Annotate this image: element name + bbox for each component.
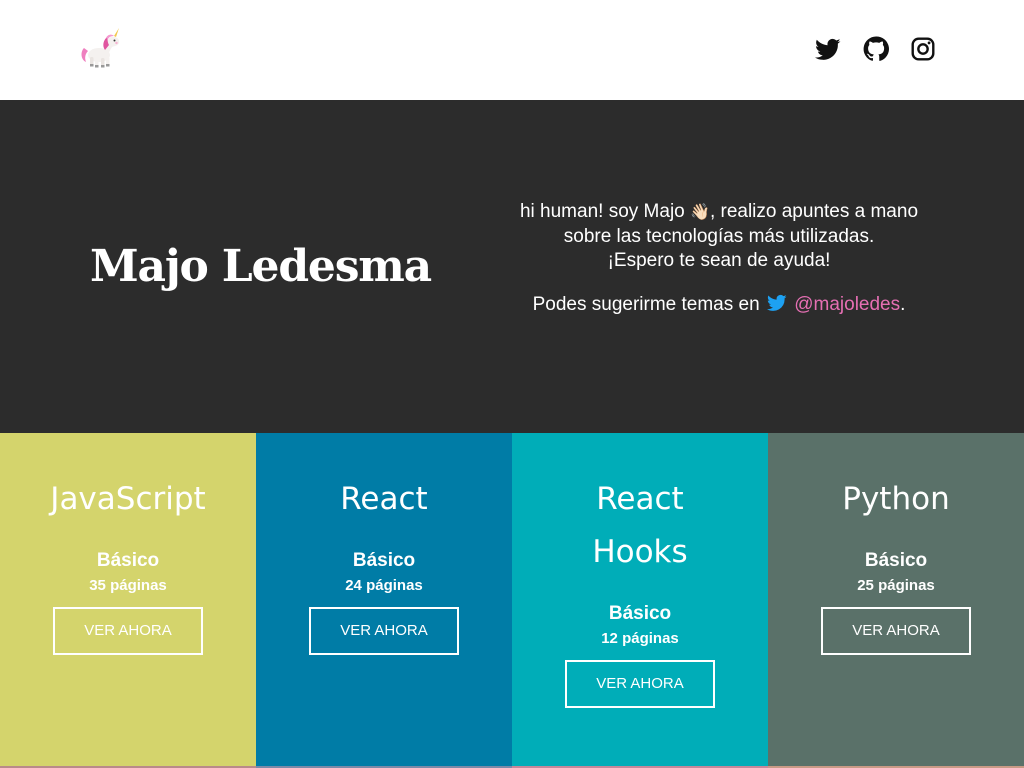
twitter-handle-link[interactable]: @majoledes <box>794 294 900 315</box>
course-cards: JavaScript Básico 35 páginas VER AHORA R… <box>0 433 1024 768</box>
twitter-bird-icon <box>766 294 787 312</box>
card-title: React <box>340 481 428 517</box>
card-pages: 12 páginas <box>601 630 679 647</box>
card-react-hooks: React Hooks Básico 12 páginas VER AHORA <box>512 433 768 768</box>
card-pages: 35 páginas <box>89 577 167 594</box>
view-now-button[interactable]: VER AHORA <box>821 607 971 655</box>
intro-greeting-rest: , realizo apuntes a mano <box>709 201 919 222</box>
hero-title: Majo Ledesma <box>90 241 432 292</box>
unicorn-icon[interactable] <box>78 26 124 72</box>
card-pages: 25 páginas <box>857 577 935 594</box>
intro-line-1: hi human! soy Majo 👋🏻, realizo apuntes a… <box>480 200 958 225</box>
card-title: React Hooks <box>592 481 688 570</box>
waving-hand-icon: 👋🏻 <box>690 204 710 221</box>
card-level: Básico <box>608 603 672 624</box>
card-level: Básico <box>96 550 160 571</box>
suggest-prefix: Podes sugerirme temas en <box>532 294 760 315</box>
card-title: JavaScript <box>50 481 206 517</box>
suggest-suffix: . <box>900 294 906 315</box>
top-navbar <box>0 0 1024 100</box>
hero-description: hi human! soy Majo 👋🏻, realizo apuntes a… <box>480 200 958 317</box>
card-level: Básico <box>864 550 928 571</box>
twitter-icon[interactable] <box>815 36 841 62</box>
card-react: React Básico 24 páginas VER AHORA <box>256 433 512 768</box>
intro-line-2: sobre las tecnologías más utilizadas. <box>563 226 875 247</box>
suggest-line: Podes sugerirme temas en @majoledes. <box>480 293 958 317</box>
intro-greeting: hi human! soy Majo <box>519 201 685 222</box>
card-javascript: JavaScript Básico 35 páginas VER AHORA <box>0 433 256 768</box>
github-icon[interactable] <box>863 36 889 62</box>
view-now-button[interactable]: VER AHORA <box>53 607 203 655</box>
card-python: Python Básico 25 páginas VER AHORA <box>768 433 1024 768</box>
hero-section: Majo Ledesma hi human! soy Majo 👋🏻, real… <box>0 100 1024 433</box>
intro-line-3: ¡Espero te sean de ayuda! <box>607 250 831 271</box>
view-now-button[interactable]: VER AHORA <box>309 607 459 655</box>
card-pages: 24 páginas <box>345 577 423 594</box>
instagram-icon[interactable] <box>910 36 936 62</box>
card-title: Python <box>842 481 950 517</box>
card-level: Básico <box>352 550 416 571</box>
view-now-button[interactable]: VER AHORA <box>565 660 715 708</box>
